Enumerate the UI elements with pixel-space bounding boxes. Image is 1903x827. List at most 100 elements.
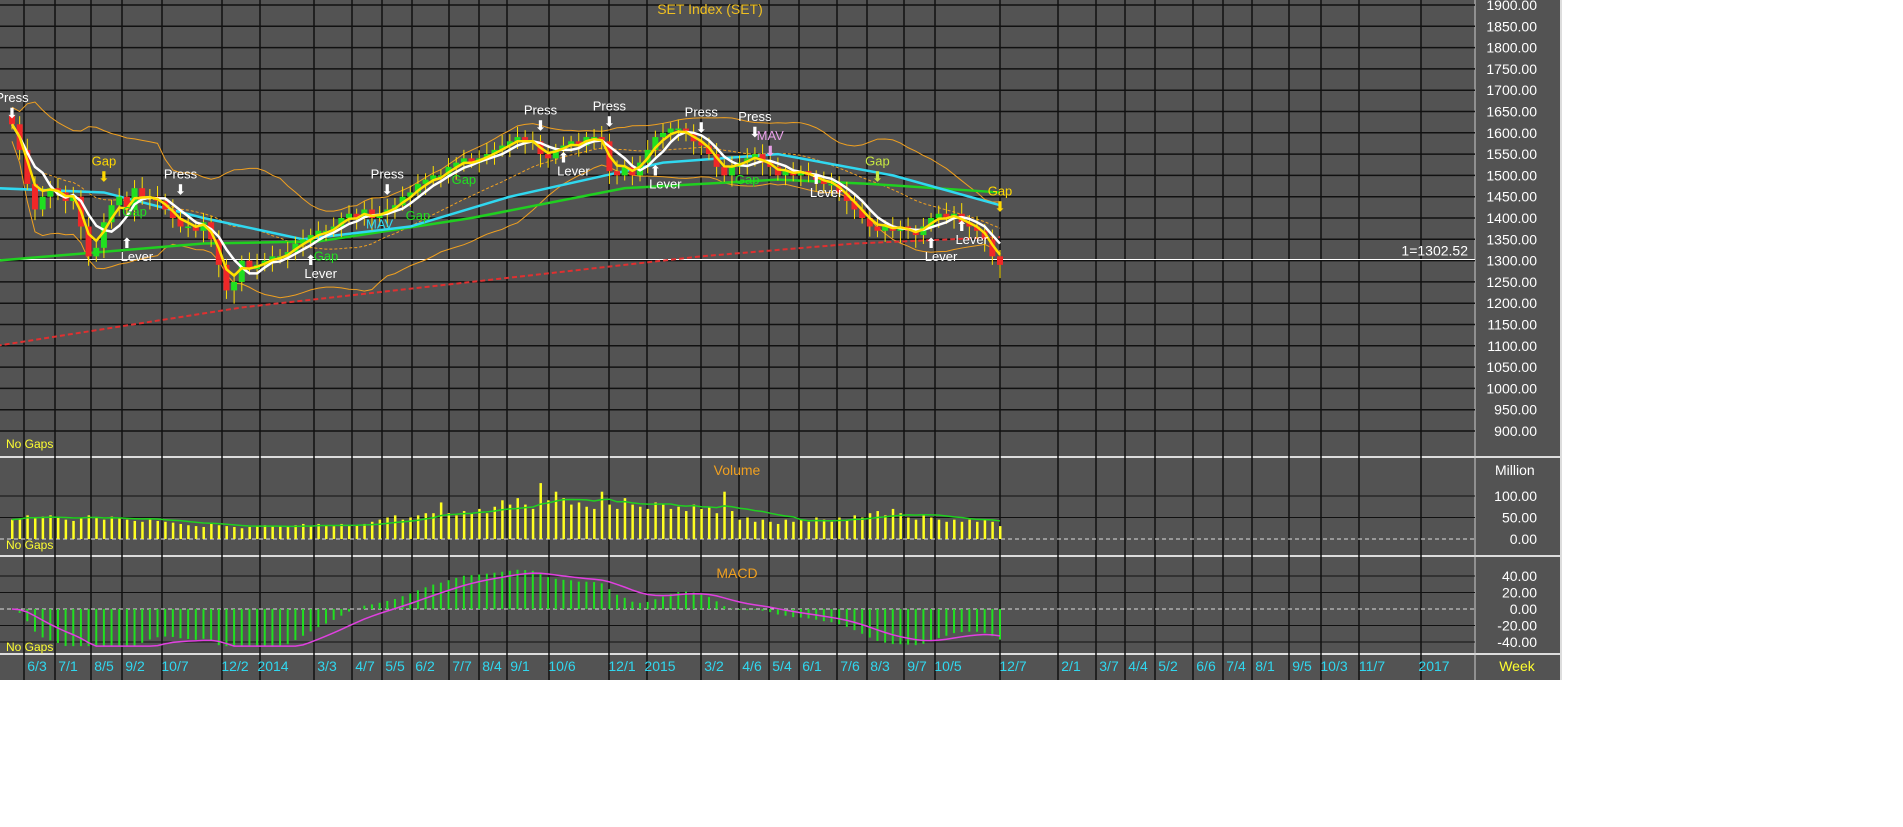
x-tick-label: 9/5 [1292, 658, 1312, 674]
volume-bar [233, 526, 236, 539]
volume-bar [340, 523, 343, 539]
volume-bar [914, 519, 918, 539]
signal-label: Lever [649, 176, 682, 191]
x-tick-label: 2014 [257, 658, 288, 674]
volume-bar [141, 521, 144, 539]
signal-label: Lever [121, 249, 154, 264]
signal-label: Press [0, 90, 29, 105]
volume-bar [110, 516, 114, 539]
signal-label: Gap [314, 249, 339, 264]
candle [345, 213, 352, 218]
candle [667, 128, 674, 133]
volume-bar [424, 513, 428, 539]
signal-label: Lever [557, 164, 590, 179]
price-tick-label: 1300.00 [1486, 253, 1537, 269]
volume-bar [355, 525, 359, 539]
x-tick-label: 10/5 [934, 658, 961, 674]
volume-bar [72, 520, 75, 539]
volume-bar [792, 521, 795, 539]
price-tick-label: 1900.00 [1486, 0, 1537, 13]
signal-label: MAV [366, 217, 394, 232]
volume-bar [470, 513, 474, 539]
volume-bar [263, 525, 267, 539]
volume-bar [164, 521, 167, 539]
x-tick-label: 5/4 [772, 658, 792, 674]
volume-bar [217, 525, 221, 539]
volume-bar [455, 515, 458, 539]
volume-bar [386, 517, 389, 539]
signal-label: Gap [92, 154, 117, 169]
volume-bar [631, 504, 634, 539]
bollinger-upper [11, 101, 1001, 212]
volume-bar [41, 516, 45, 539]
candle [231, 281, 238, 291]
volume-bar [49, 515, 52, 539]
volume-bar [11, 519, 14, 539]
volume-bar [830, 521, 834, 539]
volume-bar [179, 523, 182, 539]
x-tick-label: 12/1 [608, 658, 635, 674]
volume-bar [907, 517, 910, 539]
volume-bar [968, 519, 971, 539]
signal-label: Press [593, 98, 627, 113]
x-tick-label: 8/5 [94, 658, 114, 674]
volume-bar [899, 513, 902, 539]
volume-bar [294, 525, 297, 539]
volume-bar [723, 491, 726, 539]
price-tick-label: 1100.00 [1487, 338, 1537, 354]
volume-bar [332, 526, 336, 539]
volume-bar [286, 526, 290, 539]
chart-canvas[interactable]: 900.00 950.00 1000.00 1050.00 1100.00 1150.00… [0, 0, 1562, 680]
volume-bar [531, 508, 535, 539]
candle [721, 166, 728, 176]
volume-bar [202, 526, 205, 539]
volume-bar [608, 504, 611, 539]
x-tick-label: 7/1 [58, 658, 78, 674]
volume-title: Volume [714, 462, 761, 478]
volume-bar [945, 521, 948, 539]
volume-bar [646, 508, 650, 539]
volume-bar [148, 519, 152, 539]
volume-bar [485, 513, 489, 539]
volume-bar [707, 506, 711, 539]
volume-bar [416, 515, 420, 539]
volume-bar [884, 515, 887, 539]
volume-bar [922, 515, 925, 539]
signal-label: Gap [865, 154, 890, 169]
x-tick-label: 8/4 [482, 658, 502, 674]
price-tick-label: 1200.00 [1486, 295, 1537, 311]
volume-bar [976, 521, 979, 539]
volume-bar [554, 491, 558, 539]
macd-title: MACD [716, 565, 757, 581]
x-tick-label: 5/2 [1158, 658, 1178, 674]
signal-label: Lever [810, 185, 843, 200]
x-tick-label: 10/7 [161, 658, 188, 674]
volume-bar [363, 523, 366, 539]
price-tick-label: 1850.00 [1486, 18, 1537, 34]
volume-bar [577, 502, 581, 539]
volume-bar [64, 519, 68, 539]
volume-bar [600, 491, 604, 539]
signal-label: Gap [735, 172, 760, 187]
signal-label: Gap [452, 172, 477, 187]
volume-bar [570, 504, 573, 539]
x-tick-label: 10/6 [548, 658, 575, 674]
x-tick-label: 2015 [644, 658, 675, 674]
volume-bar [325, 525, 328, 539]
volume-bar [738, 519, 742, 539]
volume-bar [95, 517, 98, 539]
volume-bar [118, 518, 121, 539]
volume-bar [799, 519, 803, 539]
x-tick-label: 12/7 [999, 658, 1026, 674]
x-tick-label: 11/7 [1359, 658, 1385, 674]
candle [874, 226, 881, 231]
price-tick-label: 1350.00 [1486, 231, 1537, 247]
volume-bar [692, 504, 696, 539]
volume-bar [539, 483, 542, 539]
macd-tick-label: 40.00 [1502, 568, 1537, 584]
volume-unit-label: Million [1495, 462, 1535, 478]
volume-bar [562, 498, 565, 539]
x-tick-label: 5/5 [385, 658, 405, 674]
volume-bar [156, 520, 160, 539]
x-tick-label: 9/1 [510, 658, 530, 674]
